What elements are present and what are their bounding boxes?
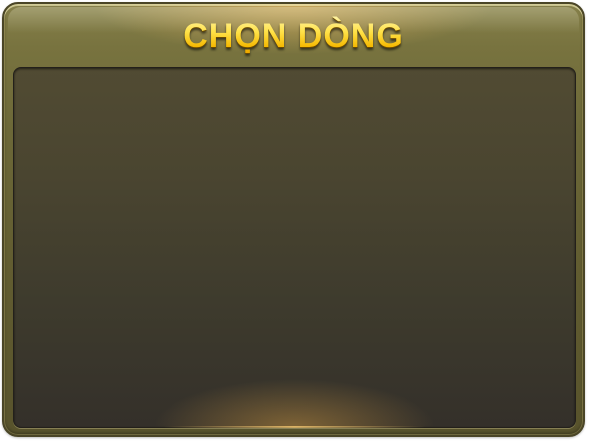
dialog-title: CHỌN DÒNG [4,14,583,58]
select-line-dialog: CHỌN DÒNG [2,2,585,437]
line-list-panel [13,67,576,428]
